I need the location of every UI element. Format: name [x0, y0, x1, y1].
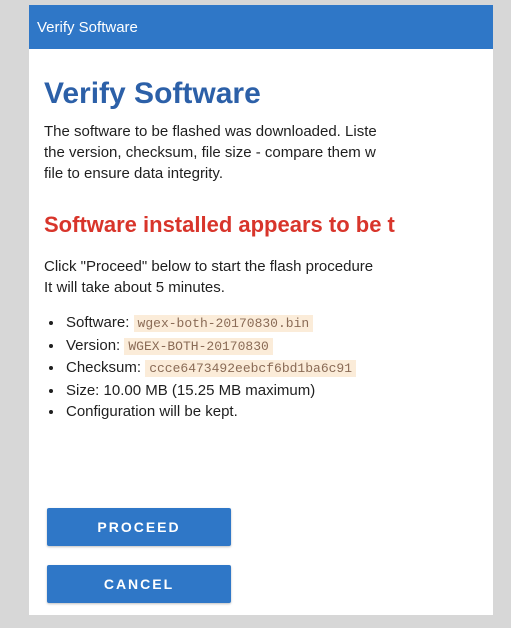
list-item-software: Software: wgex-both-20170830.bin [64, 312, 493, 335]
status-heading: Software installed appears to be t [44, 212, 395, 237]
instruction-line: Click "Proceed" below to start the flash… [44, 258, 374, 275]
window-title: Verify Software [37, 18, 138, 36]
intro-line: the version, checksum, file size - compa… [44, 144, 376, 161]
software-filename: wgex-both-20170830.bin [133, 315, 314, 332]
intro-line: The software to be flashed was downloade… [44, 123, 377, 140]
cancel-button[interactable]: CANCEL [47, 565, 231, 603]
list-item-version: Version: WGEX-BOTH-20170830 [64, 335, 493, 358]
configuration-text: Configuration will be kept. [66, 403, 238, 420]
intro-text: The software to be flashed was downloade… [44, 121, 493, 184]
software-details-list: Software: wgex-both-20170830.bin Version… [44, 312, 493, 423]
instructions-text: Click "Proceed" below to start the flash… [44, 256, 493, 298]
size-text: Size: 10.00 MB (15.25 MB maximum) [66, 381, 316, 399]
proceed-button[interactable]: PROCEED [47, 508, 231, 546]
checksum-value: ccce6473492eebcf6bd1ba6c91 [145, 360, 357, 377]
version-value: WGEX-BOTH-20170830 [124, 337, 273, 355]
checksum-label: Checksum: [66, 359, 142, 376]
main-content: Verify Software The software to be flash… [44, 77, 493, 423]
intro-line: file to ensure data integrity. [44, 165, 223, 182]
version-label: Version: [66, 336, 121, 354]
list-item-size: Size: 10.00 MB (15.25 MB maximum) [64, 380, 493, 402]
list-item-configuration: Configuration will be kept. [64, 401, 493, 423]
verify-software-window: Verify Software Verify Software The soft… [29, 5, 493, 615]
page-title: Verify Software [44, 77, 261, 110]
instruction-line: It will take about 5 minutes. [44, 279, 225, 296]
list-item-checksum: Checksum: ccce6473492eebcf6bd1ba6c91 [64, 357, 493, 380]
software-label: Software: [66, 314, 130, 331]
window-titlebar: Verify Software [29, 5, 493, 49]
